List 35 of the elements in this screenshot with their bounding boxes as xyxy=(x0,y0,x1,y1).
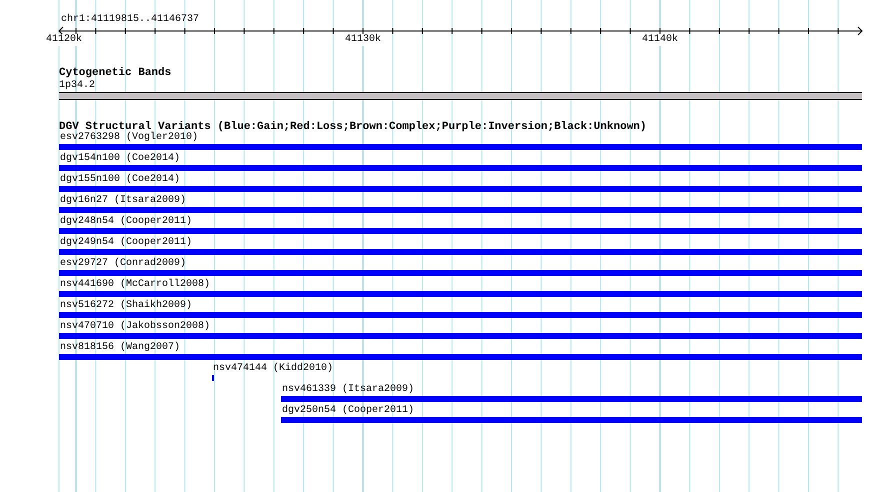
tick-label: 41140k xyxy=(641,34,679,46)
variant-bar[interactable] xyxy=(281,417,862,423)
variant-bar[interactable] xyxy=(59,186,862,192)
feature-label: dgv250n54 (Cooper2011) xyxy=(282,405,414,417)
track-title: Cytogenetic Bands xyxy=(59,67,172,80)
feature-label: nsv461339 (Itsara2009) xyxy=(282,384,414,396)
feature-label: esv29727 (Conrad2009) xyxy=(60,258,186,270)
variant-bar[interactable] xyxy=(59,291,862,297)
variant-bar[interactable] xyxy=(281,396,862,402)
feature-label: dgv16n27 (Itsara2009) xyxy=(60,195,186,207)
variant-bar[interactable] xyxy=(59,165,862,171)
chromosome-band[interactable] xyxy=(59,92,862,100)
feature-label: nsv516272 (Shaikh2009) xyxy=(60,300,192,312)
variant-bar[interactable] xyxy=(59,249,862,255)
variant-bar[interactable] xyxy=(59,312,862,318)
variant-bar[interactable] xyxy=(59,333,862,339)
tick-label: 41120k xyxy=(45,34,83,46)
track-title: DGV Structural Variants (Blue:Gain;Red:Loss;Brown:Complex;Purple:Inversion;Black:Unknown) xyxy=(59,121,646,133)
feature-label: dgv248n54 (Cooper2011) xyxy=(60,216,192,228)
feature-label: nsv818156 (Wang2007) xyxy=(60,342,180,354)
variant-bar[interactable] xyxy=(59,228,862,234)
feature-label: nsv474144 (Kidd2010) xyxy=(213,363,334,375)
region-label: chr1:41119815..41146737 xyxy=(61,14,200,26)
tick-label: 41130k xyxy=(344,34,382,46)
feature-label: dgv249n54 (Cooper2011) xyxy=(60,237,192,249)
feature-label: nsv470710 (Jakobsson2008) xyxy=(60,321,210,333)
variant-bar[interactable] xyxy=(59,270,862,276)
variant-bar[interactable] xyxy=(59,354,862,360)
variant-bar[interactable] xyxy=(59,144,862,150)
variant-bar[interactable] xyxy=(59,207,862,213)
feature-label: dgv155n100 (Coe2014) xyxy=(60,174,180,186)
feature-label: dgv154n100 (Coe2014) xyxy=(60,153,180,165)
feature-label: esv2763298 (Vogler2010) xyxy=(60,132,198,144)
feature-label: nsv441690 (McCarroll2008) xyxy=(60,279,210,291)
band-label: 1p34.2 xyxy=(59,80,96,92)
